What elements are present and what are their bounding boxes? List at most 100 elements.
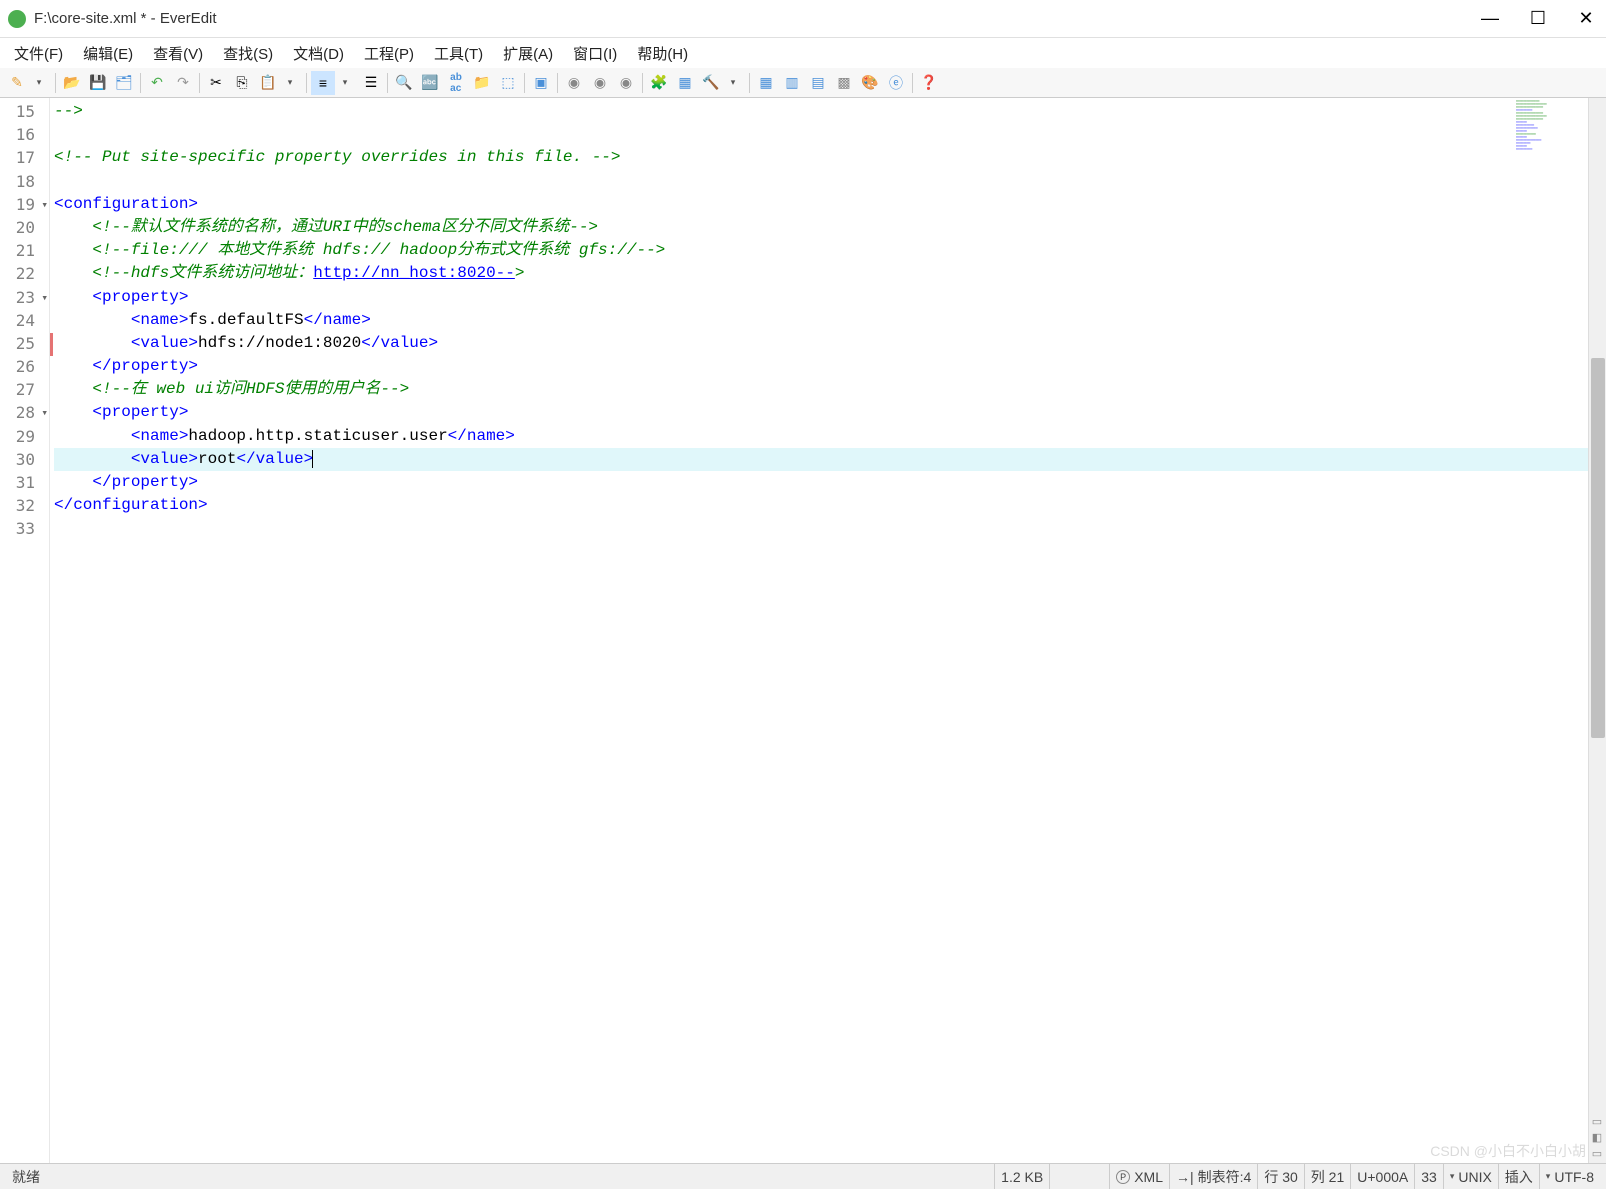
folder-icon[interactable]: 📁 (470, 71, 494, 95)
menu-search[interactable]: 查找(S) (215, 41, 281, 66)
code-line[interactable]: <configuration> (54, 193, 1606, 216)
status-line[interactable]: 行 30 (1257, 1164, 1303, 1189)
menu-tools[interactable]: 工具(T) (426, 41, 491, 66)
redo-icon[interactable]: ↷ (171, 71, 195, 95)
minimize-button[interactable]: — (1478, 7, 1502, 31)
menu-file[interactable]: 文件(F) (6, 41, 71, 66)
menu-window[interactable]: 窗口(I) (565, 41, 625, 66)
globe1-icon[interactable]: ◉ (562, 71, 586, 95)
corner-up-icon[interactable]: ▭ (1590, 1115, 1604, 1129)
line-number[interactable]: 32 (0, 494, 49, 517)
code-line[interactable] (54, 170, 1606, 193)
line-number[interactable]: 30 (0, 448, 49, 471)
code-line[interactable]: <name>hadoop.http.staticuser.user</name> (54, 425, 1606, 448)
menu-extensions[interactable]: 扩展(A) (495, 41, 561, 66)
code-line[interactable]: <property> (54, 286, 1606, 309)
menu-view[interactable]: 查看(V) (145, 41, 211, 66)
line-number[interactable]: 25 (0, 332, 49, 355)
line-number[interactable]: 29 (0, 425, 49, 448)
line-number[interactable]: 22 (0, 262, 49, 285)
menu-project[interactable]: 工程(P) (356, 41, 422, 66)
status-mode[interactable]: 插入 (1498, 1164, 1539, 1189)
code-line[interactable] (54, 517, 1606, 540)
line-number[interactable]: 26 (0, 355, 49, 378)
scrollbar-thumb[interactable] (1591, 358, 1605, 738)
code-line[interactable]: <property> (54, 401, 1606, 424)
panel4-icon[interactable]: ▩ (832, 71, 856, 95)
code-line[interactable] (54, 123, 1606, 146)
status-eol[interactable]: ▾UNIX (1443, 1164, 1498, 1189)
status-tab[interactable]: →|制表符:4 (1169, 1164, 1257, 1189)
line-number[interactable]: 31 (0, 471, 49, 494)
hammer-dropdown-icon[interactable]: ▾ (721, 71, 745, 95)
line-number[interactable]: 24 (0, 309, 49, 332)
globe3-icon[interactable]: ◉ (614, 71, 638, 95)
menu-help[interactable]: 帮助(H) (629, 41, 696, 66)
code-line[interactable]: </property> (54, 355, 1606, 378)
window-icon[interactable]: ▣ (529, 71, 553, 95)
line-number[interactable]: 17 (0, 146, 49, 169)
paste-icon[interactable]: 📋 (256, 71, 280, 95)
code-line[interactable]: <!--file:/// 本地文件系统 hdfs:// hadoop分布式文件系… (54, 239, 1606, 262)
save-icon[interactable]: 💾 (86, 71, 110, 95)
split-icon[interactable]: ⬚ (496, 71, 520, 95)
menu-edit[interactable]: 编辑(E) (75, 41, 141, 66)
code-line[interactable]: <!--在 web ui访问HDFS使用的用户名--> (54, 378, 1606, 401)
save-all-icon[interactable]: 🗂 (112, 71, 136, 95)
vertical-scrollbar[interactable] (1588, 98, 1606, 1163)
help-icon[interactable]: ❓ (917, 71, 941, 95)
line-number[interactable]: 28 (0, 401, 49, 424)
code-line[interactable]: </configuration> (54, 494, 1606, 517)
code-line[interactable]: <name>fs.defaultFS</name> (54, 309, 1606, 332)
corner-down-icon[interactable]: ▭ (1590, 1147, 1604, 1161)
maximize-button[interactable]: ☐ (1526, 7, 1550, 31)
status-col[interactable]: 列 21 (1304, 1164, 1350, 1189)
plugin-icon[interactable]: 🧩 (647, 71, 671, 95)
wrap-dropdown-icon[interactable]: ▾ (333, 71, 357, 95)
find-text-icon[interactable]: 🔤 (418, 71, 442, 95)
line-number[interactable]: 27 (0, 378, 49, 401)
replace-icon[interactable]: abac (444, 71, 468, 95)
code-line[interactable]: </property> (54, 471, 1606, 494)
corner-mid-icon[interactable]: ◧ (1590, 1131, 1604, 1145)
panel1-icon[interactable]: ▦ (754, 71, 778, 95)
line-number[interactable]: 23 (0, 286, 49, 309)
close-button[interactable]: ✕ (1574, 7, 1598, 31)
line-number[interactable]: 33 (0, 517, 49, 540)
status-lang[interactable]: PXML (1109, 1164, 1169, 1189)
list-icon[interactable]: ☰ (359, 71, 383, 95)
copy-icon[interactable]: ⎘ (230, 71, 254, 95)
paste-dropdown-icon[interactable]: ▾ (278, 71, 302, 95)
code-line[interactable]: <!--默认文件系统的名称，通过URI中的schema区分不同文件系统--> (54, 216, 1606, 239)
panel3-icon[interactable]: ▤ (806, 71, 830, 95)
new-file-icon[interactable]: ✎ (5, 71, 29, 95)
find-icon[interactable]: 🔍 (392, 71, 416, 95)
code-line[interactable]: <value>root</value> (54, 448, 1606, 471)
open-file-icon[interactable]: 📂 (60, 71, 84, 95)
new-dropdown-icon[interactable]: ▾ (27, 71, 51, 95)
line-number[interactable]: 19 (0, 193, 49, 216)
line-number[interactable]: 15 (0, 100, 49, 123)
code-line[interactable]: <value>hdfs://node1:8020</value> (54, 332, 1606, 355)
line-number[interactable]: 16 (0, 123, 49, 146)
line-number[interactable]: 18 (0, 170, 49, 193)
cut-icon[interactable]: ✂ (204, 71, 228, 95)
line-number[interactable]: 20 (0, 216, 49, 239)
globe2-icon[interactable]: ◉ (588, 71, 612, 95)
doc-icon[interactable]: ▦ (673, 71, 697, 95)
undo-icon[interactable]: ↶ (145, 71, 169, 95)
colors-icon[interactable]: 🎨 (858, 71, 882, 95)
code-line[interactable]: <!--hdfs文件系统访问地址：http://nn_host:8020--> (54, 262, 1606, 285)
status-encoding[interactable]: ▾UTF-8 (1539, 1164, 1600, 1189)
minimap[interactable]: ━━━━━━━━━━━━━ ━━━━━━━━━━━━━━━━━ ━━━━━━━━… (1516, 100, 1586, 170)
wrap-icon[interactable]: ≡ (311, 71, 335, 95)
line-number[interactable]: 21 (0, 239, 49, 262)
menu-document[interactable]: 文档(D) (285, 41, 352, 66)
browser-icon[interactable]: ⓔ (884, 71, 908, 95)
code-editor[interactable]: --> <!-- Put site-specific property overr… (50, 98, 1606, 1163)
line-number-gutter[interactable]: 15161718192021222324252627282930313233 (0, 98, 50, 1163)
panel2-icon[interactable]: ▥ (780, 71, 804, 95)
code-line[interactable]: <!-- Put site-specific property override… (54, 146, 1606, 169)
hammer-icon[interactable]: 🔨 (699, 71, 723, 95)
code-line[interactable]: --> (54, 100, 1606, 123)
